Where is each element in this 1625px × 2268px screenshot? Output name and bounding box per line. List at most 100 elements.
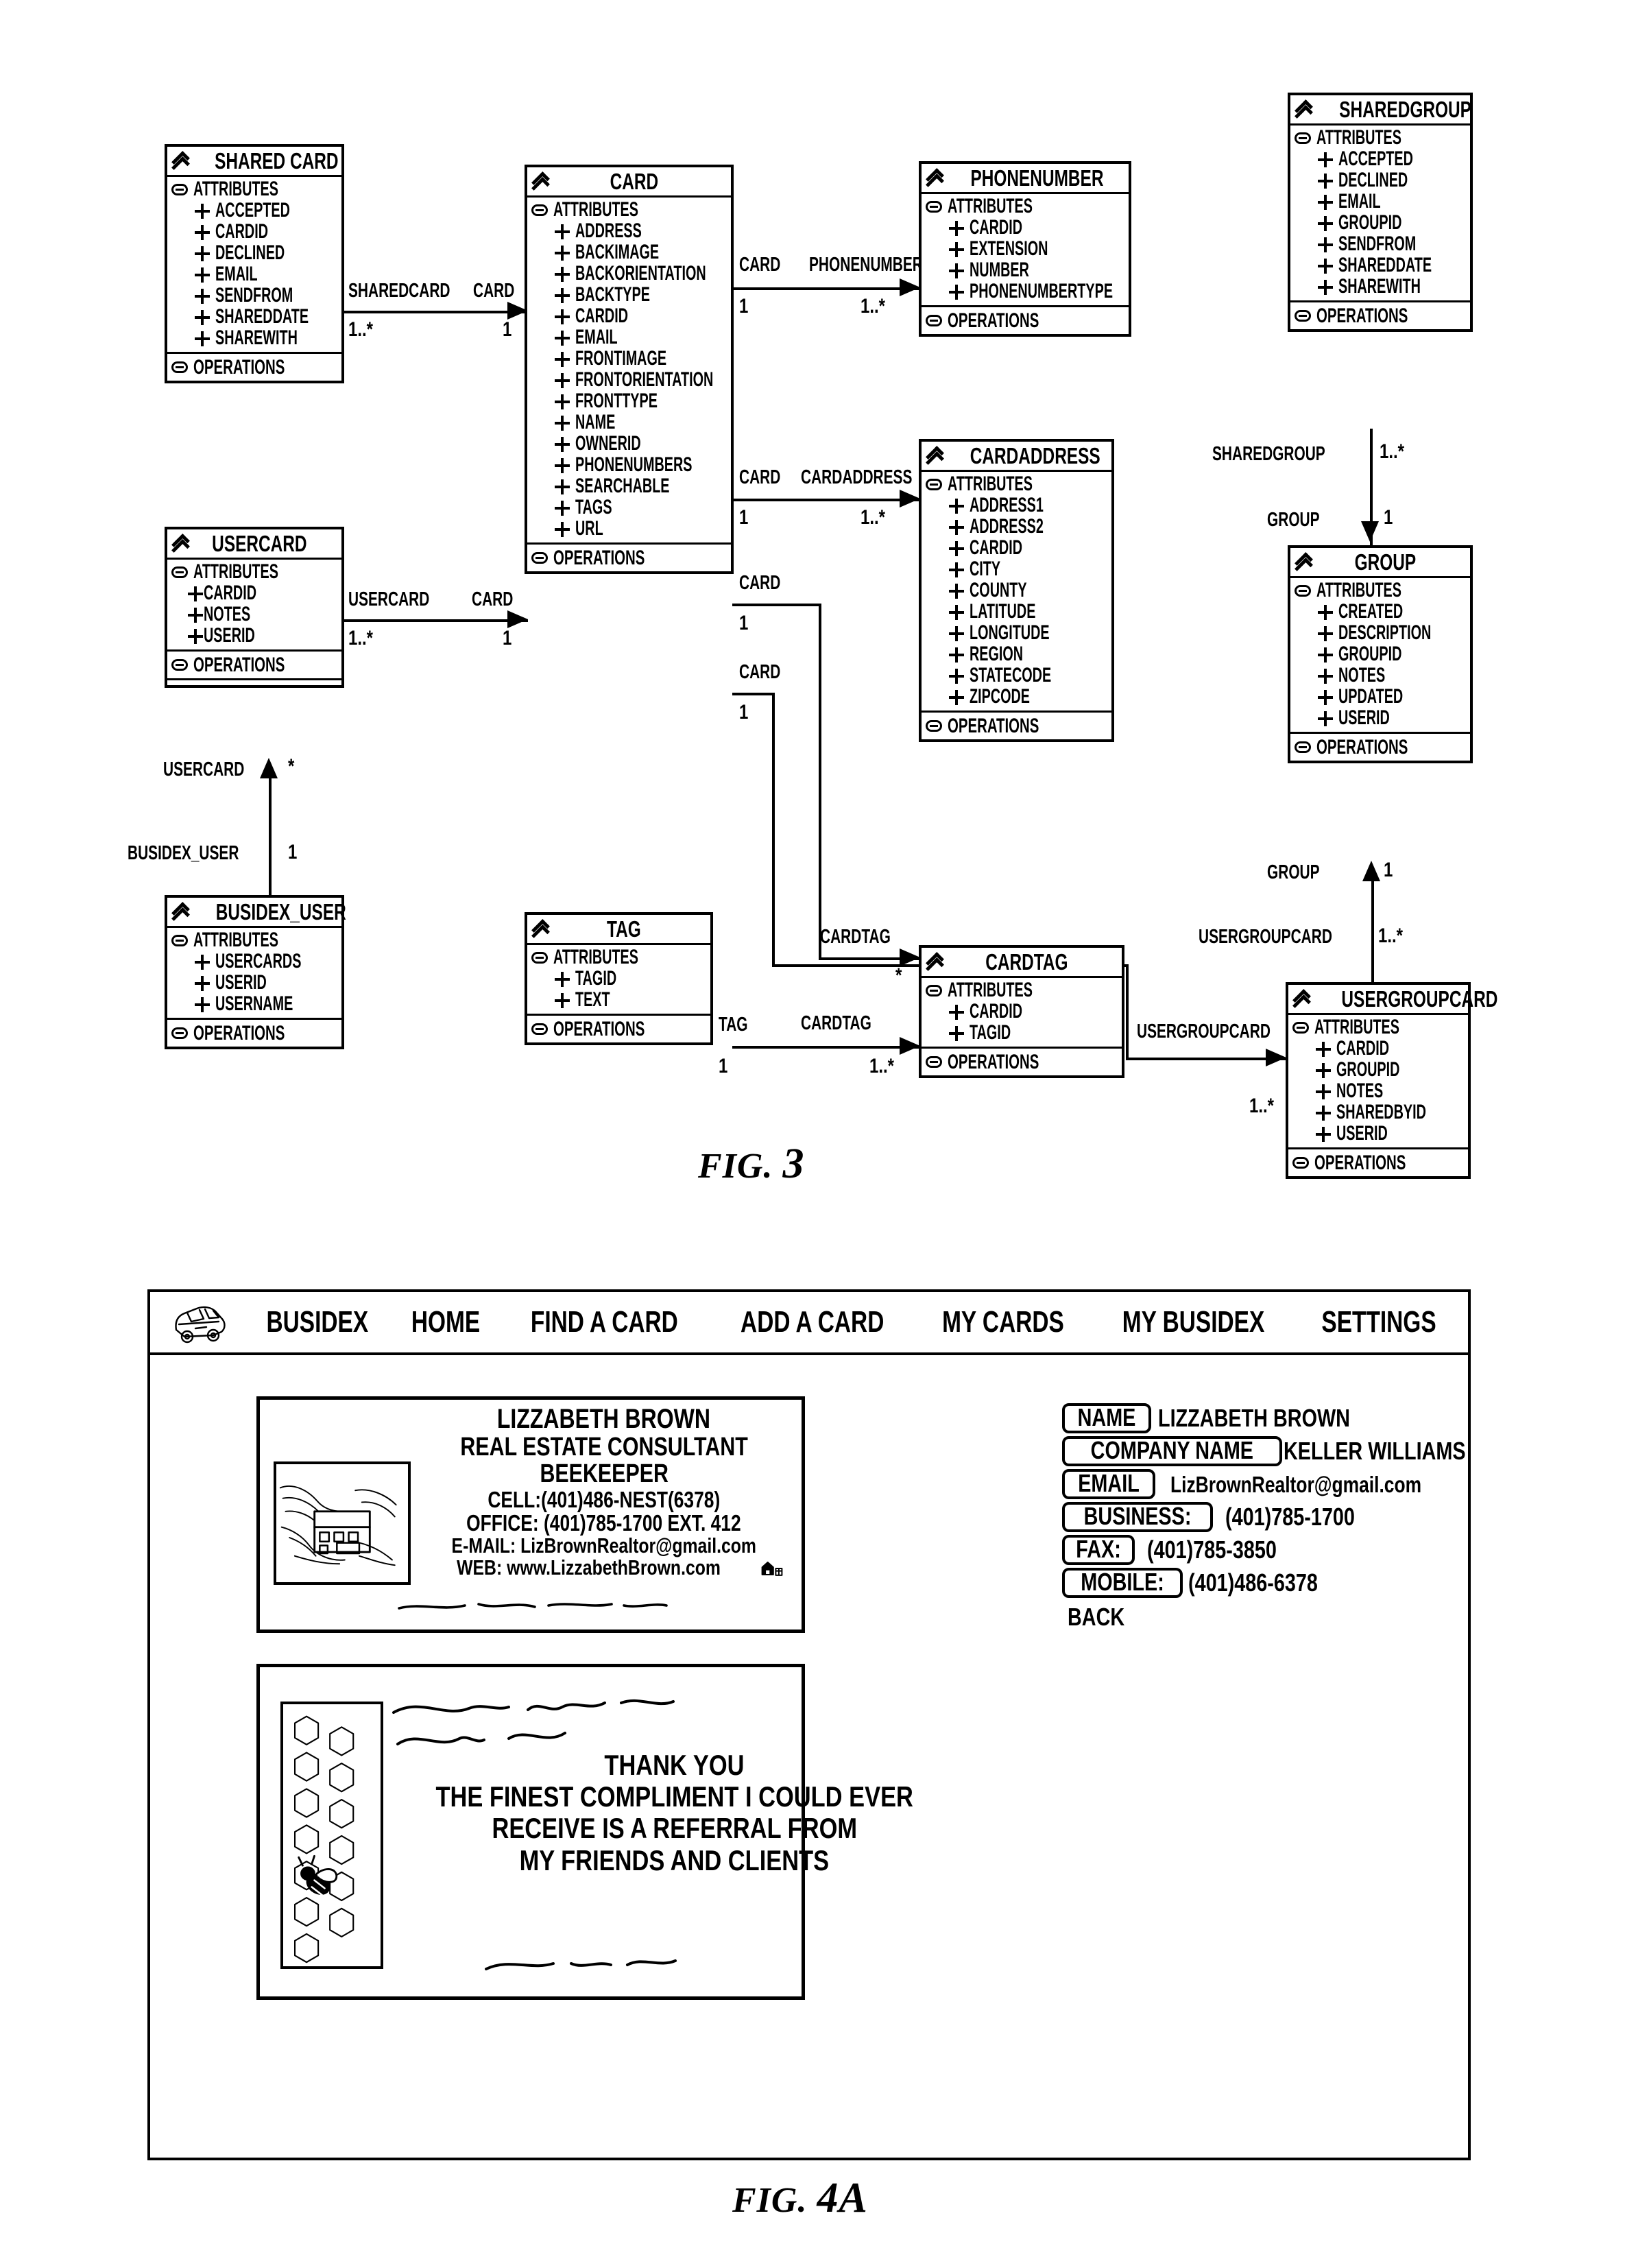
minus-toggle-icon[interactable] <box>926 201 942 213</box>
attributes-header[interactable]: ATTRIBUTES <box>167 930 341 951</box>
attributes-header[interactable]: ATTRIBUTES <box>922 980 1122 1001</box>
operations-header[interactable]: OPERATIONS <box>527 1014 710 1042</box>
minus-toggle-icon[interactable] <box>926 1056 942 1068</box>
nav-item-my-busidex[interactable]: MY BUSIDEX <box>1122 1307 1265 1337</box>
uml-class-phonenumber[interactable]: PHONENUMBER ATTRIBUTES CARDID EXTENSION … <box>919 161 1131 337</box>
uml-class-usercard[interactable]: USERCARD ATTRIBUTES CARDID NOTES USERID … <box>165 527 344 688</box>
attribute-row: NOTES <box>1290 665 1470 687</box>
attributes-header[interactable]: ATTRIBUTES <box>1290 580 1470 601</box>
nav-item-add-a-card[interactable]: ADD A CARD <box>741 1307 884 1337</box>
edge-label-tag-cardtag-target: CARDTAG <box>801 1012 871 1034</box>
multiplicity-sharedcard-target: 1 <box>503 318 512 341</box>
arrowhead-group-usergroupcard <box>1362 861 1380 881</box>
uml-class-tag[interactable]: TAG ATTRIBUTES TAGID TEXT OPERATIONS <box>525 912 713 1045</box>
plus-icon <box>555 330 570 346</box>
minus-toggle-icon[interactable] <box>926 985 942 996</box>
minus-toggle-icon[interactable] <box>171 1027 188 1039</box>
operations-header[interactable]: OPERATIONS <box>922 1047 1122 1075</box>
uml-class-card[interactable]: CARD ATTRIBUTES ADDRESS BACKIMAGE BACKOR… <box>525 165 734 574</box>
collapse-chevron-icon[interactable] <box>1293 99 1314 120</box>
collapse-chevron-icon[interactable] <box>1293 552 1314 573</box>
minus-toggle-icon[interactable] <box>926 720 942 732</box>
edge-card-usergroupcard-v <box>772 693 775 967</box>
nav-item-home[interactable]: HOME <box>411 1307 480 1337</box>
operations-header[interactable]: OPERATIONS <box>527 542 731 571</box>
minus-toggle-icon[interactable] <box>1295 132 1311 144</box>
operations-header[interactable]: OPERATIONS <box>1290 300 1470 329</box>
attributes-header[interactable]: ATTRIBUTES <box>527 947 710 968</box>
nav-item-find-a-card[interactable]: FIND A CARD <box>531 1307 678 1337</box>
operations-header[interactable]: OPERATIONS <box>922 305 1129 334</box>
attribute-row: COUNTY <box>922 580 1111 601</box>
back-button[interactable]: BACK <box>1062 1605 1460 1630</box>
nav-item-settings[interactable]: SETTINGS <box>1321 1307 1436 1337</box>
collapse-chevron-icon[interactable] <box>170 902 191 922</box>
operations-header[interactable]: OPERATIONS <box>167 649 341 678</box>
minus-toggle-icon[interactable] <box>1295 585 1311 597</box>
attribute-row: SHAREWITH <box>1290 276 1470 298</box>
collapse-chevron-icon[interactable] <box>530 171 551 192</box>
operations-header[interactable]: OPERATIONS <box>167 1018 341 1047</box>
minus-toggle-icon[interactable] <box>171 361 188 373</box>
minus-toggle-icon[interactable] <box>531 204 548 216</box>
business-card-front[interactable]: LIZZABETH BROWN REAL ESTATE CONSULTANT B… <box>256 1396 805 1633</box>
attributes-header[interactable]: ATTRIBUTES <box>1288 1017 1468 1038</box>
minus-toggle-icon[interactable] <box>926 315 942 326</box>
operations-header[interactable]: OPERATIONS <box>922 711 1111 739</box>
nav-item-busidex[interactable]: BUSIDEX <box>266 1307 368 1337</box>
collapse-chevron-icon[interactable] <box>924 952 945 972</box>
car-icon[interactable] <box>171 1301 230 1344</box>
uml-class-usergroupcard[interactable]: USERGROUPCARD ATTRIBUTES CARDID GROUPID … <box>1286 982 1497 1179</box>
plus-icon <box>1318 604 1333 620</box>
collapse-chevron-icon[interactable] <box>924 446 945 466</box>
collapse-chevron-icon[interactable] <box>924 168 945 189</box>
collapse-chevron-icon[interactable] <box>170 534 191 554</box>
minus-toggle-icon[interactable] <box>926 479 942 490</box>
minus-toggle-icon[interactable] <box>171 659 188 671</box>
attributes-header[interactable]: ATTRIBUTES <box>167 179 341 200</box>
attribute-row: USERID <box>1290 708 1470 729</box>
attribute-row: NOTES <box>1288 1081 1468 1102</box>
operations-header[interactable]: OPERATIONS <box>1290 732 1470 761</box>
minus-toggle-icon[interactable] <box>1292 1157 1309 1169</box>
operations-header[interactable]: OPERATIONS <box>1288 1147 1468 1176</box>
attributes-header[interactable]: ATTRIBUTES <box>527 200 731 221</box>
uml-class-shared-card[interactable]: SHARED CARD ATTRIBUTES ACCEPTED CARDID D… <box>165 144 344 383</box>
edge-label-usercard-target: CARD <box>472 588 514 610</box>
plus-icon <box>555 245 570 261</box>
plus-icon <box>949 220 964 236</box>
minus-toggle-icon[interactable] <box>171 566 188 578</box>
minus-toggle-icon[interactable] <box>531 1023 548 1035</box>
plus-icon <box>949 540 964 556</box>
uml-class-sharedgroup[interactable]: SHAREDGROUP ATTRIBUTES ACCEPTED DECLINED… <box>1288 93 1473 332</box>
attribute-row: CARDID <box>922 1001 1122 1023</box>
uml-attributes-section: ATTRIBUTES CREATED DESCRIPTION GROUPID N… <box>1290 578 1470 732</box>
uml-class-group[interactable]: GROUP ATTRIBUTES CREATED DESCRIPTION GRO… <box>1288 545 1473 763</box>
edge-busidexuser-usercard <box>269 775 272 898</box>
minus-toggle-icon[interactable] <box>171 184 188 195</box>
uml-class-cardaddress[interactable]: CARDADDRESS ATTRIBUTES ADDRESS1 ADDRESS2… <box>919 439 1114 742</box>
attribute-row: SENDFROM <box>1290 234 1470 255</box>
minus-toggle-icon[interactable] <box>1295 310 1311 322</box>
minus-toggle-icon[interactable] <box>171 935 188 946</box>
minus-toggle-icon[interactable] <box>531 552 548 564</box>
minus-toggle-icon[interactable] <box>531 952 548 964</box>
plus-icon <box>188 607 203 623</box>
attributes-header[interactable]: ATTRIBUTES <box>922 196 1129 217</box>
nav-item-my-cards[interactable]: MY CARDS <box>942 1307 1064 1337</box>
uml-class-cardtag[interactable]: CARDTAG ATTRIBUTES CARDID TAGID OPERATIO… <box>919 945 1124 1078</box>
edge-card-cardtag-v <box>819 604 821 960</box>
plus-icon <box>555 457 570 473</box>
minus-toggle-icon[interactable] <box>1292 1022 1309 1034</box>
business-card-back[interactable]: THANK YOU THE FINEST COMPLIMENT I COULD … <box>256 1664 913 2000</box>
operations-header[interactable]: OPERATIONS <box>167 352 341 381</box>
collapse-chevron-icon[interactable] <box>170 151 191 171</box>
collapse-chevron-icon[interactable] <box>530 919 551 940</box>
attributes-header[interactable]: ATTRIBUTES <box>167 562 341 583</box>
collapse-chevron-icon[interactable] <box>1291 989 1312 1010</box>
attributes-header[interactable]: ATTRIBUTES <box>1290 128 1470 149</box>
minus-toggle-icon[interactable] <box>1295 741 1311 753</box>
plus-icon <box>949 263 964 278</box>
uml-class-busidex-user[interactable]: BUSIDEX_USER ATTRIBUTES USERCARDS USERID… <box>165 895 346 1049</box>
attributes-header[interactable]: ATTRIBUTES <box>922 474 1111 495</box>
